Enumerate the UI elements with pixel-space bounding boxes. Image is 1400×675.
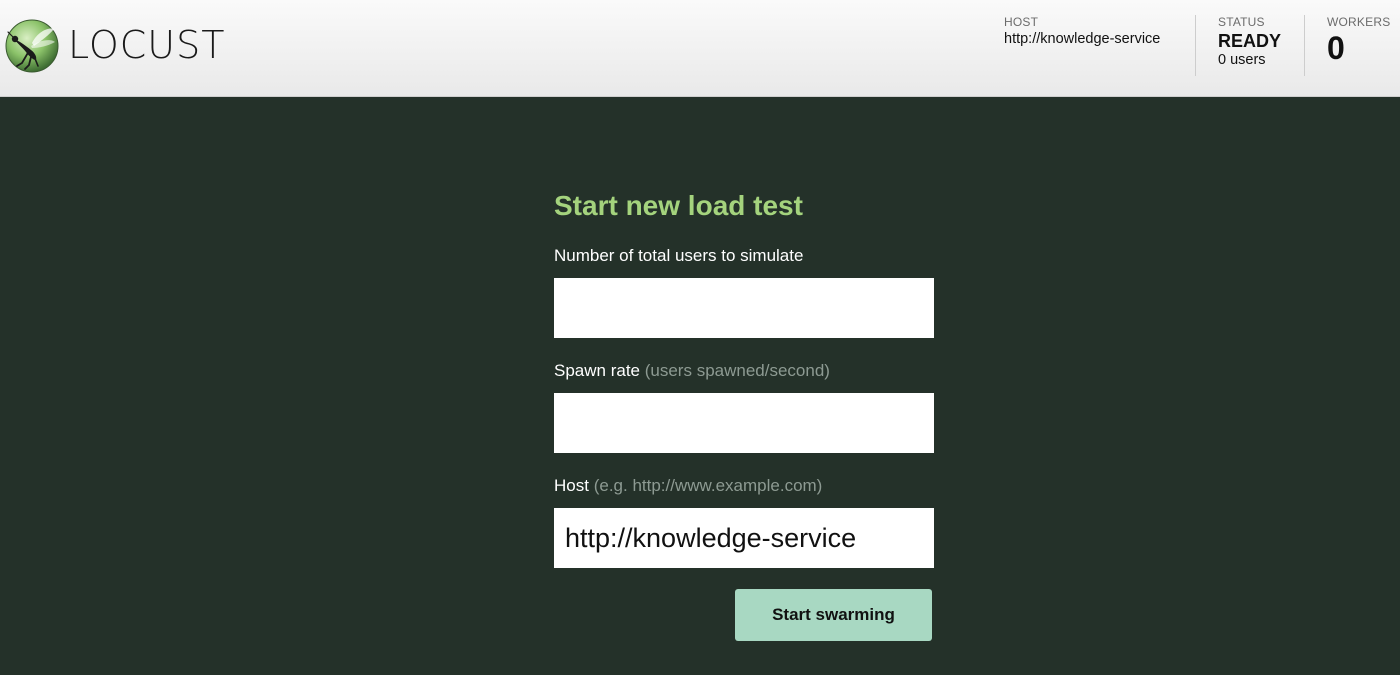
user-count-input[interactable] (554, 278, 934, 338)
status-stat: STATUS READY 0 users (1218, 16, 1281, 69)
brand-logo[interactable]: LOCUST (5, 18, 225, 73)
workers-stat: WORKERS 0 (1327, 15, 1391, 66)
form-actions: Start swarming (735, 589, 932, 641)
users-label-text: Number of total users to simulate (554, 246, 804, 265)
users-label: Number of total users to simulate (554, 246, 934, 266)
host-stat-label: HOST (1004, 15, 1039, 29)
top-header: LOCUST HOST http://knowledge-service STA… (0, 0, 1400, 97)
header-divider (1195, 15, 1196, 76)
start-swarming-button[interactable]: Start swarming (735, 589, 932, 641)
form-title: Start new load test (554, 190, 803, 221)
spawn-rate-label-text: Spawn rate (554, 361, 640, 380)
spawn-rate-label: Spawn rate (users spawned/second) (554, 361, 934, 381)
locust-logo-icon (5, 19, 59, 72)
host-label-text: Host (554, 476, 589, 495)
status-user-count: 0 users (1218, 52, 1266, 68)
spawn-rate-hint: (users spawned/second) (644, 361, 830, 380)
header-divider (1304, 15, 1305, 76)
workers-stat-value: 0 (1327, 30, 1345, 66)
host-label: Host (e.g. http://www.example.com) (554, 476, 934, 496)
new-load-test-form: Start new load test Number of total user… (554, 187, 934, 568)
host-input[interactable] (554, 508, 934, 568)
host-stat: HOST http://knowledge-service (1004, 15, 1161, 48)
status-stat-label: STATUS (1218, 15, 1265, 29)
host-hint: (e.g. http://www.example.com) (593, 476, 823, 495)
spawn-rate-input[interactable] (554, 393, 934, 453)
status-stat-value: READY (1218, 31, 1282, 51)
workers-stat-label: WORKERS (1327, 15, 1391, 29)
brand-name: LOCUST (68, 23, 226, 67)
host-stat-value: http://knowledge-service (1004, 31, 1161, 47)
